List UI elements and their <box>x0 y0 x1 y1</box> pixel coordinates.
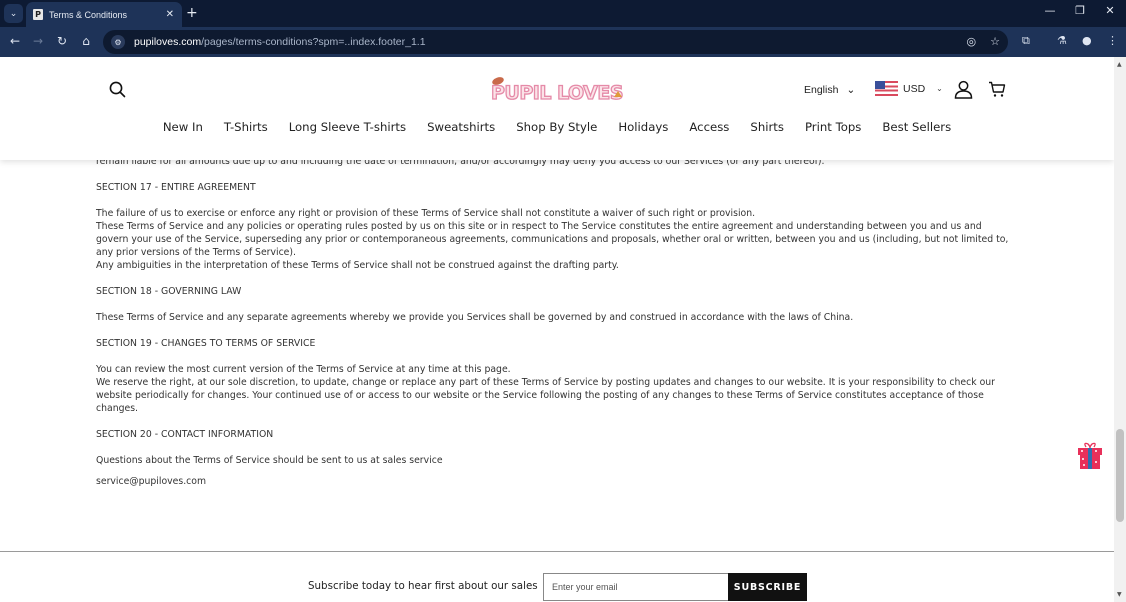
chevron-down-icon: ⌄ <box>846 84 856 96</box>
scroll-up-arrow-icon[interactable]: ▲ <box>1117 61 1122 68</box>
section-18-title: SECTION 18 - GOVERNING LAW <box>96 286 242 297</box>
close-window-icon[interactable]: ✕ <box>1100 4 1120 17</box>
language-value: English <box>804 84 839 96</box>
favicon-icon: P <box>33 9 43 20</box>
tab-list-button[interactable]: ⌄ <box>4 4 23 23</box>
section-19-paragraph-2: We reserve the right, at our sole discre… <box>96 377 995 414</box>
puzzle-icon[interactable]: ⧉ <box>1022 34 1030 48</box>
tune-icon[interactable]: ⚙ <box>111 35 125 49</box>
close-icon[interactable]: ✕ <box>166 9 174 20</box>
currency-selector[interactable]: USD ⌄ <box>875 81 943 96</box>
kebab-menu-icon[interactable]: ⋮ <box>1107 34 1118 47</box>
nav-sweatshirts[interactable]: Sweatshirts <box>427 120 495 134</box>
section-17-paragraph-2: These Terms of Service and any policies … <box>96 221 1009 258</box>
chevron-down-icon: ⌄ <box>9 8 18 19</box>
language-selector[interactable]: English ⌄ <box>804 84 855 96</box>
footer-divider <box>0 551 1114 552</box>
nav-new-in[interactable]: New In <box>163 120 203 134</box>
address-bar[interactable]: ⚙ pupiloves.com/pages/terms-conditions?s… <box>103 30 1008 54</box>
section-17-title: SECTION 17 - ENTIRE AGREEMENT <box>96 182 256 193</box>
us-flag-icon <box>875 81 898 96</box>
section-20-paragraph-1: Questions about the Terms of Service sho… <box>96 455 443 466</box>
page-scrollbar[interactable]: ▲ ▼ <box>1114 57 1126 602</box>
gift-icon[interactable] <box>1077 442 1103 474</box>
subscribe-button[interactable]: SUBSCRIBE <box>728 573 807 601</box>
cart-icon[interactable] <box>988 81 1006 102</box>
contact-email[interactable]: service@pupiloves.com <box>96 475 1016 488</box>
search-icon[interactable] <box>109 81 126 102</box>
nav-print-tops[interactable]: Print Tops <box>805 120 861 134</box>
subscribe-prompt: Subscribe today to hear first about our … <box>308 580 538 592</box>
nav-access[interactable]: Access <box>689 120 729 134</box>
scrollbar-thumb[interactable] <box>1116 429 1124 522</box>
nav-holidays[interactable]: Holidays <box>618 120 668 134</box>
section-19-title: SECTION 19 - CHANGES TO TERMS OF SERVICE <box>96 338 316 349</box>
url-text[interactable]: pupiloves.com/pages/terms-conditions?spm… <box>134 36 426 48</box>
section-17-paragraph-3: Any ambiguities in the interpretation of… <box>96 260 619 271</box>
site-logo[interactable]: PUPIL LOVES <box>488 75 628 105</box>
url-path: /pages/terms-conditions?spm=..index.foot… <box>201 36 426 48</box>
site-header: PUPIL LOVES English ⌄ USD ⌄ New In T-Shi… <box>0 57 1114 160</box>
page-viewport: PUPIL LOVES English ⌄ USD ⌄ New In T-Shi… <box>0 57 1114 602</box>
browser-tab-active[interactable]: P Terms & Conditions ✕ <box>26 2 182 27</box>
flask-icon[interactable]: ⚗ <box>1057 34 1067 47</box>
minimize-icon[interactable]: — <box>1040 4 1060 17</box>
nav-shop-by-style[interactable]: Shop By Style <box>516 120 597 134</box>
arrow-right-icon[interactable]: → <box>30 34 46 48</box>
section-18-paragraph-1: These Terms of Service and any separate … <box>96 312 854 323</box>
nav-long-sleeve-t-shirts[interactable]: Long Sleeve T-shirts <box>289 120 406 134</box>
chevron-down-icon: ⌄ <box>936 84 943 93</box>
main-navigation: New In T-Shirts Long Sleeve T-shirts Swe… <box>0 120 1114 134</box>
nav-best-sellers[interactable]: Best Sellers <box>882 120 951 134</box>
url-domain: pupiloves.com <box>134 36 202 48</box>
browser-toolbar: ← → ↻ ⌂ ⚙ pupiloves.com/pages/terms-cond… <box>0 27 1126 57</box>
section-19-paragraph-1: You can review the most current version … <box>96 364 511 375</box>
account-icon[interactable] <box>954 80 973 103</box>
restore-icon[interactable]: ❐ <box>1070 4 1090 17</box>
nav-t-shirts[interactable]: T-Shirts <box>224 120 268 134</box>
logo-text: PUPIL LOVES <box>491 82 623 104</box>
terms-content: remain liable for all amounts due up to … <box>96 155 1016 488</box>
tab-title: Terms & Conditions <box>49 9 128 20</box>
eye-off-icon[interactable]: ◎ <box>967 35 977 48</box>
home-icon[interactable]: ⌂ <box>78 34 94 48</box>
browser-tab-strip: ⌄ P Terms & Conditions ✕ + — ❐ ✕ <box>0 0 1126 27</box>
star-icon[interactable]: ☆ <box>990 35 1000 48</box>
plus-icon[interactable]: + <box>186 5 198 21</box>
scroll-down-arrow-icon[interactable]: ▼ <box>1117 591 1122 598</box>
currency-value: USD <box>903 82 926 95</box>
arrow-left-icon[interactable]: ← <box>7 34 23 48</box>
email-field[interactable] <box>543 573 729 601</box>
reload-icon[interactable]: ↻ <box>54 34 70 48</box>
nav-shirts[interactable]: Shirts <box>750 120 784 134</box>
profile-icon[interactable]: ● <box>1082 34 1092 47</box>
section-17-paragraph-1: The failure of us to exercise or enforce… <box>96 208 756 219</box>
section-20-title: SECTION 20 - CONTACT INFORMATION <box>96 429 274 440</box>
